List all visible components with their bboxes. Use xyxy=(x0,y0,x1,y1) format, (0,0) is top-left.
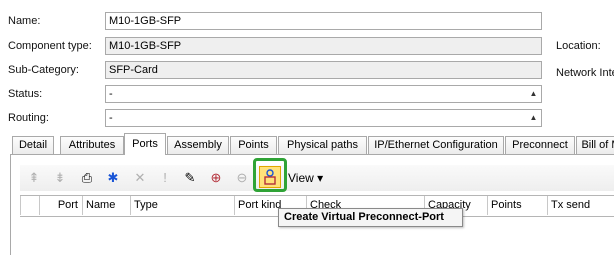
column-header-tx-send[interactable]: Tx send xyxy=(547,196,614,215)
tab-preconnect[interactable]: Preconnect xyxy=(505,136,575,154)
tab-detail[interactable]: Detail xyxy=(12,136,54,154)
routing-dropdown[interactable]: - ▲ xyxy=(105,109,542,127)
tab-assembly[interactable]: Assembly xyxy=(167,136,229,154)
component-type-field: M10-1GB-SFP xyxy=(105,37,542,55)
name-label: Name: xyxy=(8,15,41,27)
chevron-down-icon[interactable]: ▲ xyxy=(527,111,540,125)
tab-points[interactable]: Points xyxy=(230,136,277,154)
new-icon[interactable]: ✱ xyxy=(103,168,123,188)
network-interface-label: Network Inte xyxy=(556,67,614,79)
tab-attributes[interactable]: Attributes xyxy=(60,136,124,154)
row-selector-header xyxy=(20,196,39,215)
routing-value: - xyxy=(109,112,113,124)
delete-icon[interactable]: ✕ xyxy=(130,168,150,188)
column-header-type[interactable]: Type xyxy=(130,196,234,215)
create-virtual-preconnect-port-button[interactable] xyxy=(259,166,281,188)
status-label: Status: xyxy=(8,88,43,100)
name-field[interactable]: M10-1GB-SFP xyxy=(105,12,542,30)
location-label: Location: xyxy=(556,40,601,52)
view-menu-button[interactable]: View ▾ xyxy=(288,171,323,185)
status-dropdown[interactable]: - ▲ xyxy=(105,85,542,103)
tooltip: Create Virtual Preconnect-Port xyxy=(278,208,463,227)
move-down-icon[interactable]: ⇟ xyxy=(50,168,70,188)
subcategory-field: SFP-Card xyxy=(105,61,542,79)
column-header-name[interactable]: Name xyxy=(82,196,130,215)
tab-physical-paths[interactable]: Physical paths xyxy=(278,136,367,154)
connect-icon[interactable]: ✎ xyxy=(180,168,200,188)
unassign-icon[interactable]: ⊖ xyxy=(232,168,252,188)
print-icon[interactable]: ⎙ xyxy=(77,168,97,188)
routing-label: Routing: xyxy=(8,112,49,124)
status-value: - xyxy=(109,88,113,100)
tab-ip-ethernet-configuration[interactable]: IP/Ethernet Configuration xyxy=(368,136,504,154)
column-header-port[interactable]: Port xyxy=(39,196,82,215)
tab-ports[interactable]: Ports xyxy=(124,133,166,155)
subcategory-label: Sub-Category: xyxy=(8,64,79,76)
assign-icon[interactable]: ⊕ xyxy=(206,168,226,188)
component-type-label: Component type: xyxy=(8,40,92,52)
exclamation-icon[interactable]: ! xyxy=(155,168,175,188)
tab-bill-of-materials[interactable]: Bill of M xyxy=(576,136,614,154)
column-header-points[interactable]: Points xyxy=(487,196,547,215)
move-up-icon[interactable]: ⇞ xyxy=(24,168,44,188)
virtual-port-icon xyxy=(264,169,276,185)
chevron-down-icon[interactable]: ▲ xyxy=(527,87,540,101)
